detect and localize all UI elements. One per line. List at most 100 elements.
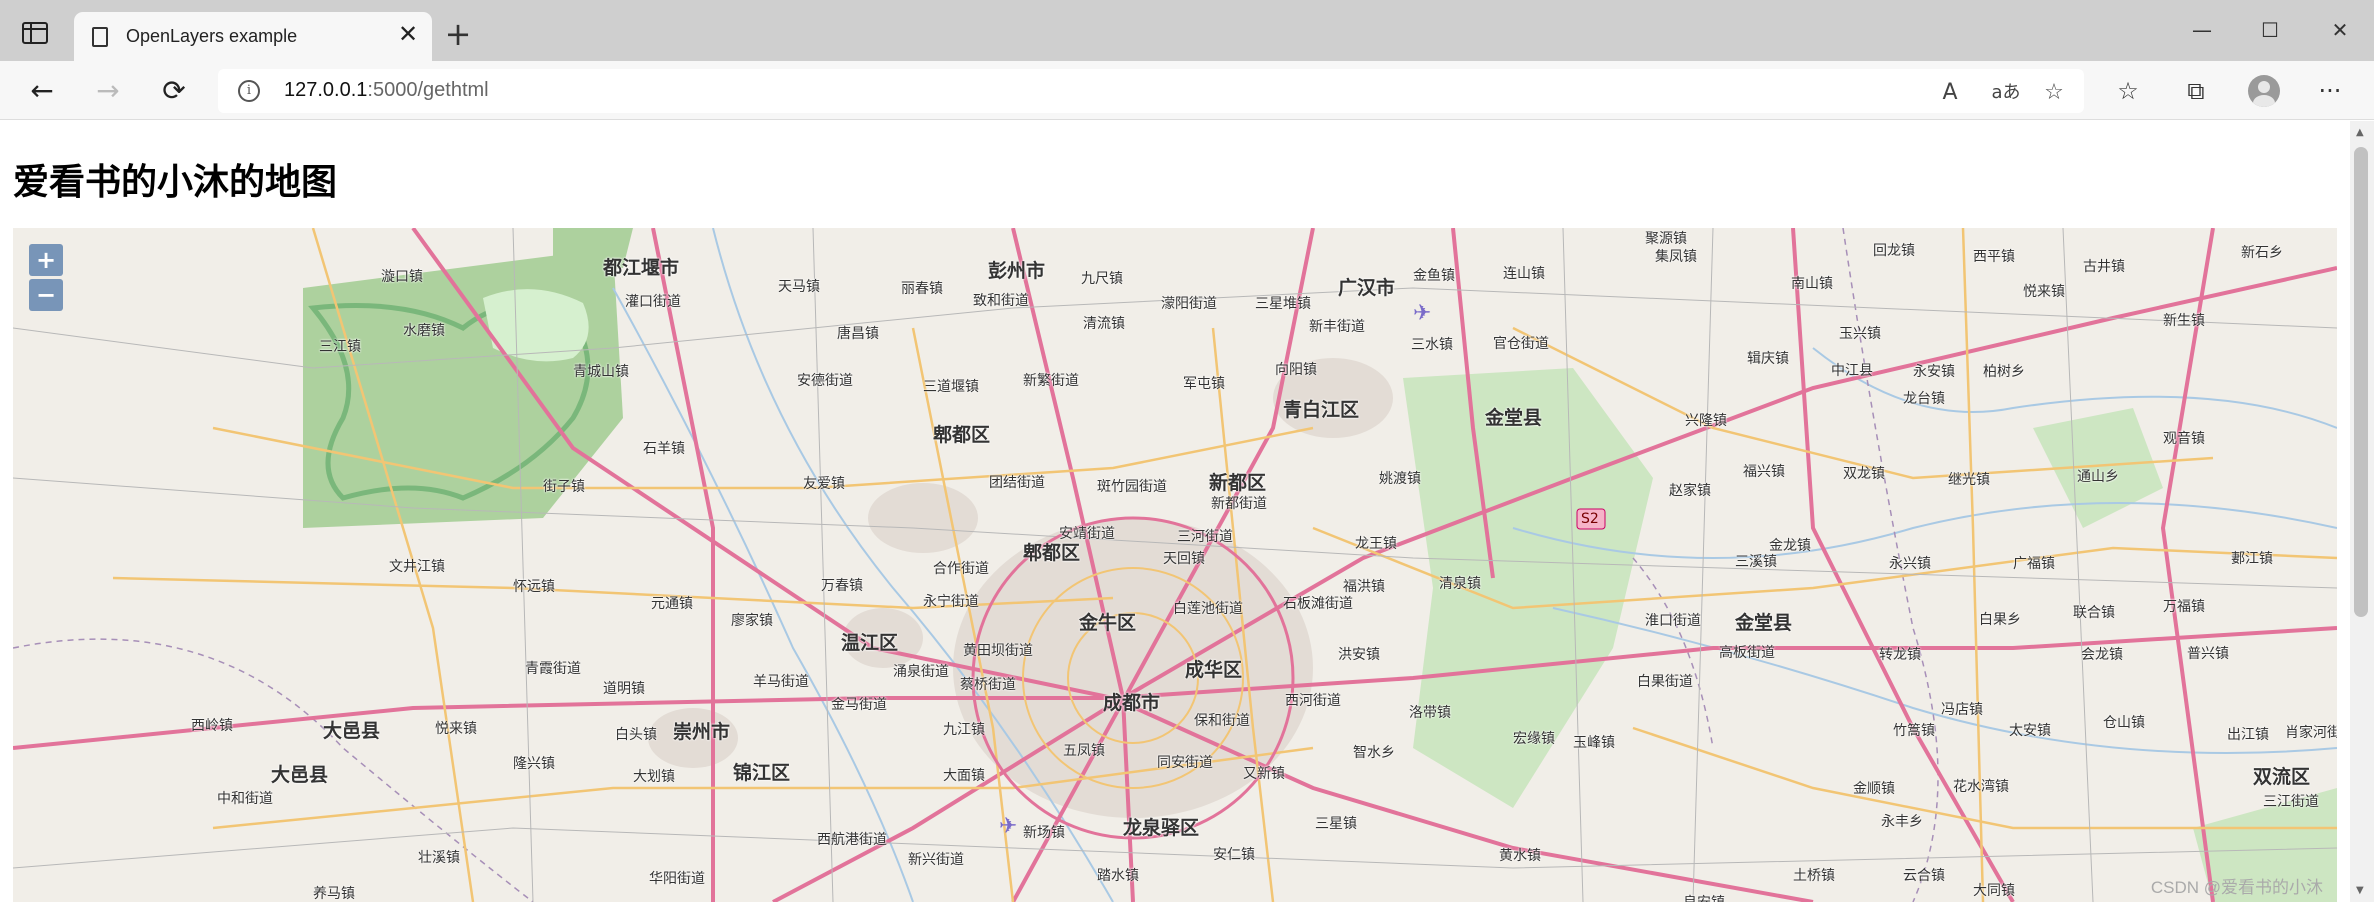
map-place-label: 玉兴镇 (1839, 326, 1881, 342)
map-place-label: 继光镇 (1948, 472, 1990, 488)
scrollbar-thumb[interactable] (2354, 147, 2368, 617)
map-place-label: 三道堰镇 (923, 379, 979, 395)
map-place-label: 辑庆镇 (1747, 351, 1789, 367)
map-place-label: 友爱镇 (803, 476, 845, 492)
tab-openlayers-example[interactable]: OpenLayers example ✕ (74, 12, 432, 61)
map-place-label: 涌泉街道 (893, 664, 949, 680)
map-place-label: 龙泉驿区 (1123, 817, 1200, 839)
map-place-label: 太安镇 (2009, 723, 2051, 739)
map-place-label: 良安镇 (1683, 892, 1725, 902)
map-place-label: 龙台镇 (1903, 391, 1945, 407)
map-place-label: 新繁街道 (1023, 373, 1079, 389)
page-title: 爱看书的小沐的地图 (13, 162, 338, 203)
page-scrollbar[interactable]: ▲ ▼ (2350, 121, 2374, 902)
map-place-label: 道明镇 (603, 681, 645, 697)
document-icon (92, 27, 108, 47)
map-place-label: 柏树乡 (1983, 364, 2025, 380)
map-place-label: 团结街道 (989, 475, 1045, 491)
page-content: 爱看书的小沐的地图 ✈ ✈ 都江堰市 彭州市 广汉市 天马镇 丽春镇 九尺镇 三… (0, 121, 2350, 902)
map-place-label: 双龙镇 (1843, 466, 1885, 482)
address-bar[interactable]: i 127.0.0.1:5000/gethtml A aあ ☆ (218, 69, 2084, 113)
window-close-button[interactable]: ✕ (2320, 12, 2360, 48)
map-place-label: 怀远镇 (513, 579, 555, 595)
map-place-label: 大面镇 (943, 768, 985, 784)
new-tab-button[interactable]: + (444, 18, 472, 50)
map-place-label: 保和街道 (1194, 713, 1250, 729)
minimize-button[interactable]: — (2182, 12, 2222, 48)
zoom-in-button[interactable]: + (29, 244, 63, 276)
map-place-label: 向阳镇 (1275, 362, 1317, 378)
map-viewport[interactable]: ✈ ✈ 都江堰市 彭州市 广汉市 天马镇 丽春镇 九尺镇 三星堆镇 金鱼镇 连山镇 集凤镇 回龙镇西… (13, 228, 2337, 902)
map-place-label: 黄水镇 (1499, 848, 1541, 864)
map-place-label: 九尺镇 (1081, 271, 1123, 287)
forward-button[interactable]: → (90, 73, 126, 109)
map-place-label: 新都区 (1209, 472, 1267, 494)
map-place-label: 五凤镇 (1063, 743, 1105, 759)
map-place-label: 斑竹园街道 (1097, 479, 1167, 495)
map-place-label: 龙王镇 (1355, 536, 1397, 552)
map-place-label: 清泉镇 (1439, 576, 1481, 592)
tab-close-button[interactable]: ✕ (396, 22, 420, 46)
map-place-label: 白果街道 (1637, 674, 1693, 690)
map-place-label: 聚源镇 (1645, 231, 1687, 247)
map-place-label: 彭州市 (988, 260, 1046, 282)
url-path: :5000/gethtml (367, 79, 489, 101)
map-place-label: 金堂县 (1485, 407, 1543, 429)
map-place-label: 双流区 (2253, 766, 2311, 788)
url-host: 127.0.0.1 (284, 79, 368, 101)
add-favorite-icon[interactable]: ☆ (2040, 79, 2068, 107)
map-place-label: 南山镇 (1791, 276, 1833, 292)
map-place-label: 新都街道 (1211, 496, 1267, 512)
map-place-label: 通山乡 (2077, 469, 2119, 485)
map-place-label: 蔡桥街道 (960, 677, 1016, 693)
map-place-label: 古井镇 (2083, 259, 2125, 275)
map-place-label: 永安镇 (1913, 364, 1955, 380)
map-place-label: S2 (1581, 511, 1599, 527)
map-place-label: 三星堆镇 (1255, 296, 1311, 312)
map-place-label: 仓山镇 (2103, 715, 2145, 731)
translate-icon[interactable]: aあ (1988, 79, 2024, 107)
collections-icon[interactable]: ⧉ (2180, 75, 2212, 107)
map-place-label: 白莲池街道 (1173, 601, 1243, 617)
map-place-label: 土桥镇 (1793, 868, 1835, 884)
map-place-label: 又新镇 (1243, 766, 1285, 782)
map-place-label: 大邑县 (271, 764, 329, 786)
map-place-label: 白果乡 (1979, 612, 2021, 628)
map-place-label: 安德街道 (797, 373, 853, 389)
scroll-down-icon[interactable]: ▼ (2356, 885, 2364, 896)
site-info-icon[interactable]: i (238, 80, 260, 102)
map-place-label: 天回镇 (1163, 551, 1205, 567)
map-place-label: 花水湾镇 (1953, 779, 2009, 795)
map-place-label: 濛阳街道 (1161, 296, 1217, 312)
map-place-label: 洪安镇 (1338, 647, 1380, 663)
zoom-out-button[interactable]: − (29, 279, 63, 311)
map-place-label: 三江街道 (2263, 794, 2319, 810)
address-url[interactable]: 127.0.0.1:5000/gethtml (284, 79, 489, 102)
map-place-label: 成都市 (1103, 692, 1161, 714)
map-place-label: 普兴镇 (2187, 646, 2229, 662)
map-place-label: 转龙镇 (1879, 647, 1921, 663)
scroll-up-icon[interactable]: ▲ (2356, 127, 2364, 138)
map-place-label: 竹篙镇 (1893, 723, 1935, 739)
more-menu-icon[interactable]: ··· (2314, 75, 2346, 107)
reload-button[interactable]: ⟳ (156, 73, 192, 109)
tab-title: OpenLayers example (126, 26, 298, 46)
map-place-label: 福兴镇 (1743, 464, 1785, 480)
maximize-button[interactable]: ☐ (2250, 12, 2290, 48)
map-place-label: 天马镇 (778, 279, 820, 295)
map-place-label: 兴隆镇 (1685, 413, 1727, 429)
map-place-label: 回龙镇 (1873, 243, 1915, 259)
map-place-label: 大邑县 (323, 720, 381, 742)
tab-actions-menu-icon[interactable] (22, 22, 48, 44)
back-button[interactable]: ← (24, 73, 60, 109)
map-place-label: 连山镇 (1503, 266, 1545, 282)
favorites-icon[interactable]: ☆ (2112, 75, 2144, 107)
map-place-label: 金堂县 (1735, 612, 1793, 634)
map-place-label: 冯店镇 (1941, 702, 1983, 718)
map-place-label: 永丰乡 (1881, 814, 1923, 830)
map-place-label: 温江区 (841, 632, 899, 654)
read-aloud-icon[interactable]: A (1936, 79, 1964, 107)
profile-avatar[interactable] (2248, 75, 2280, 107)
map-place-label: 淮口街道 (1645, 613, 1701, 629)
tab-strip: OpenLayers example ✕ + — ☐ ✕ (0, 0, 2374, 61)
